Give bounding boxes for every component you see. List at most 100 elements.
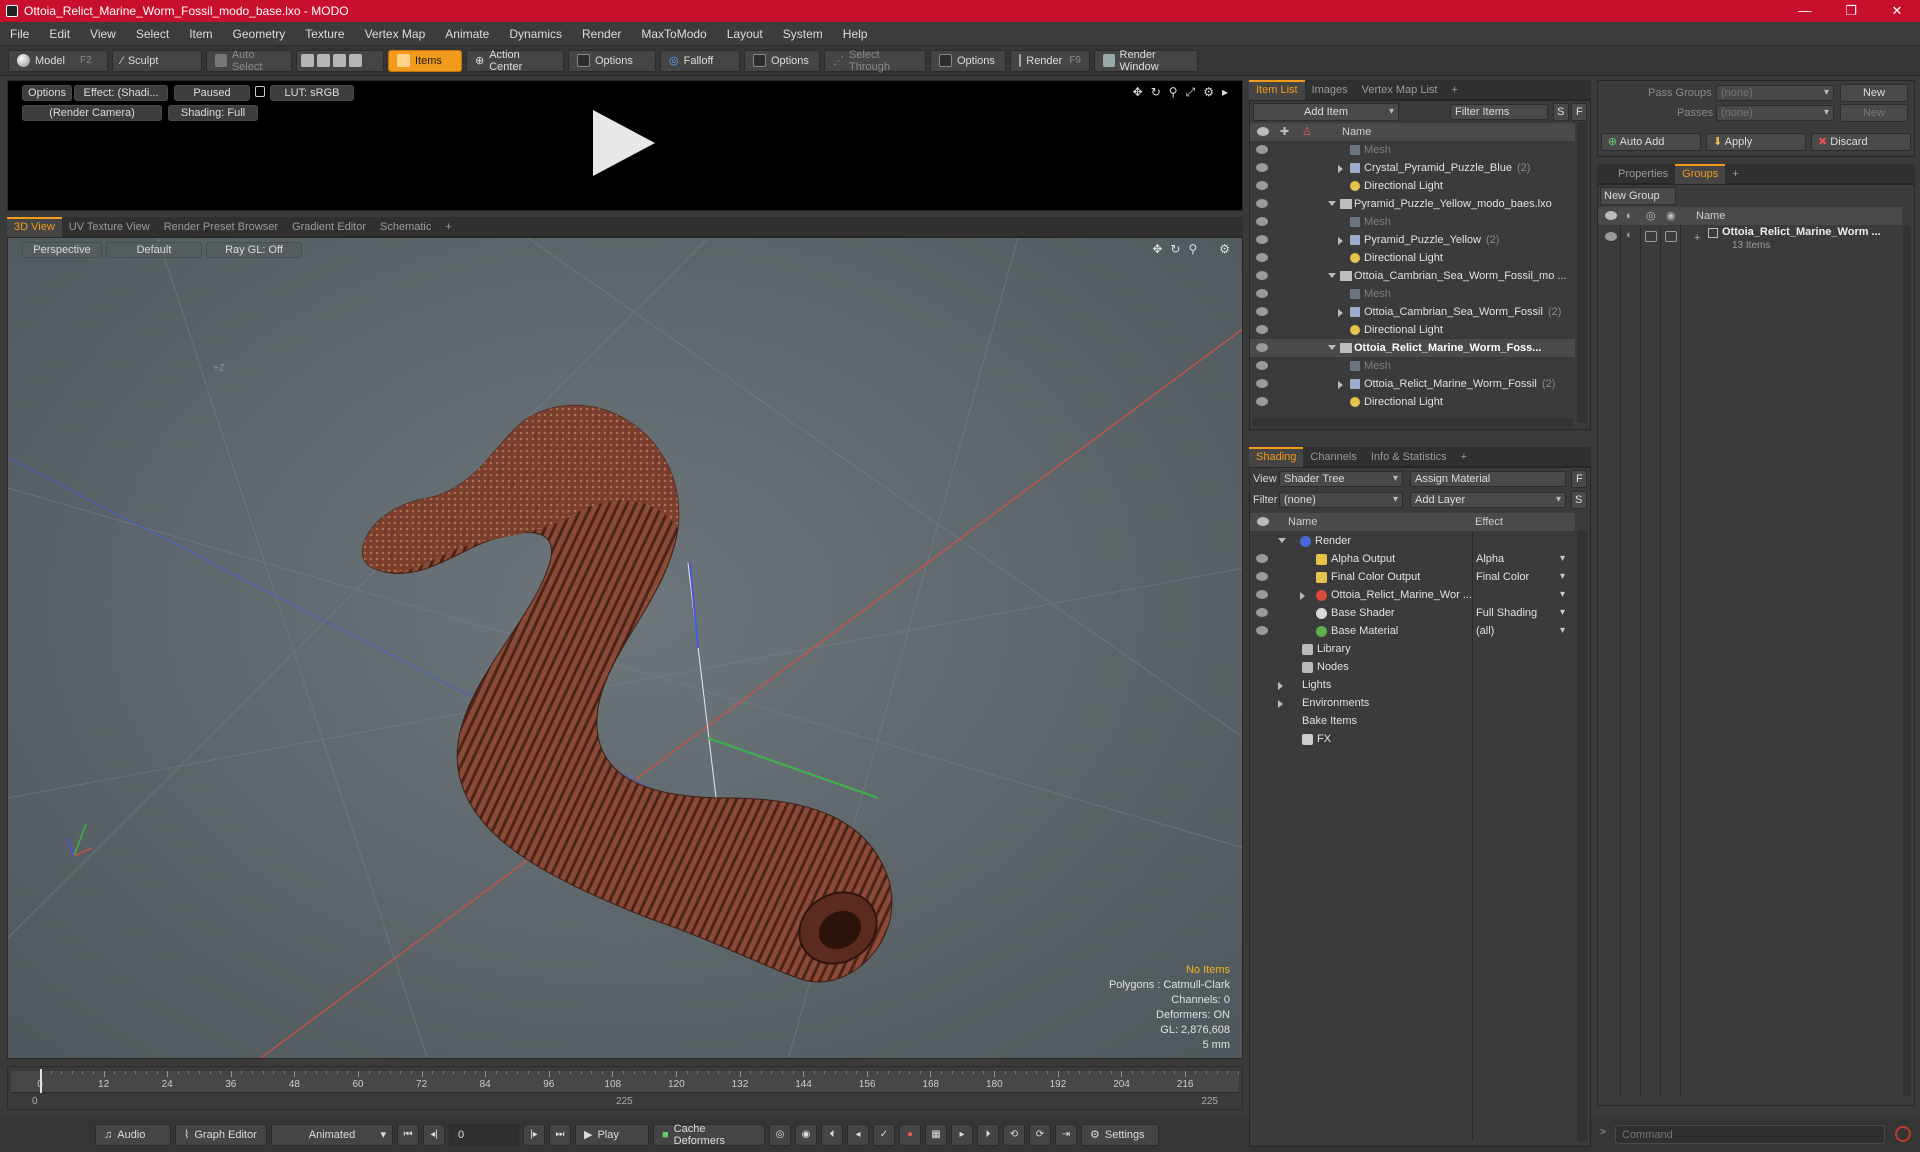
menu-view[interactable]: View [80, 27, 126, 41]
visibility-eye-icon[interactable] [1256, 572, 1268, 581]
menu-geometry[interactable]: Geometry [223, 27, 296, 41]
add-tab-button[interactable]: + [438, 217, 458, 237]
collapse-arrow-icon[interactable] [1278, 538, 1286, 543]
shader-tree-row[interactable]: Library [1250, 640, 1575, 658]
filter-s-button[interactable]: S [1553, 103, 1569, 121]
menu-file[interactable]: File [0, 27, 39, 41]
filter-dropdown[interactable]: (none) [1279, 492, 1403, 508]
visibility-eye-icon[interactable] [1256, 199, 1268, 208]
timeline[interactable]: 0 12 24 36 48 60 72 84 96 108 120 132 144 156 168 180 19… [7, 1066, 1243, 1110]
key-all-icon[interactable]: ▦ [925, 1123, 947, 1146]
command-history-icon[interactable] [1895, 1126, 1911, 1142]
pass-groups-dropdown[interactable]: (none) [1716, 85, 1834, 101]
shading-f-button[interactable]: F [1571, 470, 1587, 488]
render-button[interactable]: Render F9 [1010, 49, 1090, 72]
move-icon[interactable]: ✥ [1133, 85, 1143, 100]
menu-select[interactable]: Select [126, 27, 179, 41]
move-icon[interactable]: ✥ [1152, 242, 1162, 256]
expand-icon[interactable]: + [1694, 232, 1700, 244]
menu-item[interactable]: Item [179, 27, 222, 41]
tab-gradient-editor[interactable]: Gradient Editor [285, 217, 373, 237]
visibility-eye-icon[interactable] [1256, 590, 1268, 599]
chevron-down-icon[interactable]: ▾ [1560, 550, 1565, 568]
item-list-row[interactable]: Mesh [1250, 141, 1575, 159]
select-through-button[interactable]: ⋰ Select Through [824, 49, 926, 73]
tab-3d-view[interactable]: 3D View [7, 216, 62, 237]
new-group-button[interactable]: New Group [1600, 187, 1676, 205]
shader-tree-row[interactable]: Ottoia_Relict_Marine_Wor ... ▾ [1250, 586, 1575, 604]
item-list-row[interactable]: Mesh [1250, 357, 1575, 375]
groups-scrollbar[interactable] [1903, 226, 1911, 1096]
tab-groups[interactable]: Groups [1675, 163, 1726, 184]
item-list-hscrollbar[interactable] [1253, 418, 1573, 426]
next-key-icon[interactable]: ▸ [951, 1123, 973, 1146]
item-list-row[interactable]: Ottoia_Cambrian_Sea_Worm_Fossil (2) [1250, 303, 1575, 321]
falloff-button[interactable]: ◎ Falloff [660, 49, 740, 72]
effect-value[interactable]: Final Color [1476, 568, 1556, 586]
shader-tree-row[interactable]: Environments [1250, 694, 1575, 712]
render-window-button[interactable]: Render Window [1094, 49, 1198, 73]
graph-editor-button[interactable]: ⌇ Graph Editor [175, 1123, 267, 1146]
tab-properties[interactable]: Properties [1611, 164, 1675, 184]
tab-shading[interactable]: Shading [1249, 446, 1304, 467]
shader-tree-row[interactable]: Nodes [1250, 658, 1575, 676]
visibility-eye-icon[interactable] [1256, 361, 1268, 370]
fit-icon[interactable]: ⤢ [1186, 85, 1196, 100]
menu-vertex-map[interactable]: Vertex Map [355, 27, 436, 41]
tab-images[interactable]: Images [1305, 80, 1355, 100]
tab-info-statistics[interactable]: Info & Statistics [1364, 447, 1454, 467]
assign-material-button[interactable]: Assign Material [1410, 471, 1566, 487]
shader-tree-row[interactable]: Alpha Output Alpha ▾ [1250, 550, 1575, 568]
menu-maxtomodo[interactable]: MaxToModo [631, 27, 716, 41]
audio-button[interactable]: ♫ Audio [95, 1123, 171, 1146]
add-tab-button[interactable]: + [1454, 447, 1474, 467]
preview-options-button[interactable]: Options [22, 85, 72, 101]
add-layer-dropdown[interactable]: Add Layer [1410, 492, 1566, 508]
filter-items-field[interactable]: Filter Items [1450, 104, 1548, 120]
items-mode-button[interactable]: Items [388, 49, 462, 72]
play-button[interactable]: ▶ Play [575, 1123, 649, 1146]
preview-paused-button[interactable]: Paused [174, 85, 250, 101]
timeline-ruler[interactable]: 0122436486072849610812013214415616818019… [11, 1069, 1239, 1093]
auto-add-button[interactable]: ⊕ Auto Add [1601, 133, 1701, 151]
visibility-eye-icon[interactable] [1605, 232, 1617, 241]
visibility-eye-icon[interactable] [1256, 163, 1268, 172]
effect-value[interactable]: (all) [1476, 622, 1556, 640]
expand-arrow-icon[interactable] [1338, 381, 1343, 389]
effect-value[interactable]: Alpha [1476, 550, 1556, 568]
menu-animate[interactable]: Animate [435, 27, 499, 41]
shading-s-button[interactable]: S [1571, 491, 1587, 509]
shading-dropdown[interactable]: Shading: Full [168, 105, 258, 121]
view-dropdown[interactable]: Shader Tree [1279, 471, 1403, 487]
tab-schematic[interactable]: Schematic [373, 217, 438, 237]
visibility-eye-icon[interactable] [1256, 397, 1268, 406]
chevron-down-icon[interactable]: ▾ [1560, 604, 1565, 622]
item-list-row[interactable]: Directional Light [1250, 321, 1575, 339]
visibility-eye-icon[interactable] [1256, 608, 1268, 617]
menu-render[interactable]: Render [572, 27, 631, 41]
expand-arrow-icon[interactable] [1278, 682, 1283, 690]
shader-tree-row[interactable]: Bake Items [1250, 712, 1575, 730]
tab-item-list[interactable]: Item List [1249, 79, 1305, 100]
lut-dropdown[interactable]: LUT: sRGB [270, 85, 354, 101]
last-key-icon[interactable]: ⏵ [977, 1123, 999, 1146]
shader-tree-row[interactable]: FX [1250, 730, 1575, 748]
visibility-eye-icon[interactable] [1256, 289, 1268, 298]
shading-style-dropdown[interactable]: Default [106, 242, 202, 258]
item-list-row[interactable]: Mesh [1250, 285, 1575, 303]
item-list-row[interactable]: Directional Light [1250, 393, 1575, 411]
render-camera-dropdown[interactable]: (Render Camera) [22, 105, 162, 121]
minimize-button[interactable]: — [1782, 0, 1828, 22]
visibility-eye-icon[interactable] [1256, 626, 1268, 635]
item-list-row[interactable]: Ottoia_Cambrian_Sea_Worm_Fossil_mo ... [1250, 267, 1575, 285]
gear-icon[interactable]: ⚙ [1203, 85, 1214, 100]
shader-tree-row[interactable]: Lights [1250, 676, 1575, 694]
render-toggle-icon[interactable]: ◐ [1626, 229, 1633, 241]
key-icon[interactable]: ◉ [795, 1123, 817, 1146]
item-list-row[interactable]: Directional Light [1250, 249, 1575, 267]
tab-uv-texture-view[interactable]: UV Texture View [62, 217, 157, 237]
zoom-icon[interactable]: ⚲ [1169, 85, 1178, 100]
visibility-eye-icon[interactable] [1256, 343, 1268, 352]
item-list-row[interactable]: Mesh [1250, 213, 1575, 231]
expand-arrow-icon[interactable] [1300, 592, 1305, 600]
